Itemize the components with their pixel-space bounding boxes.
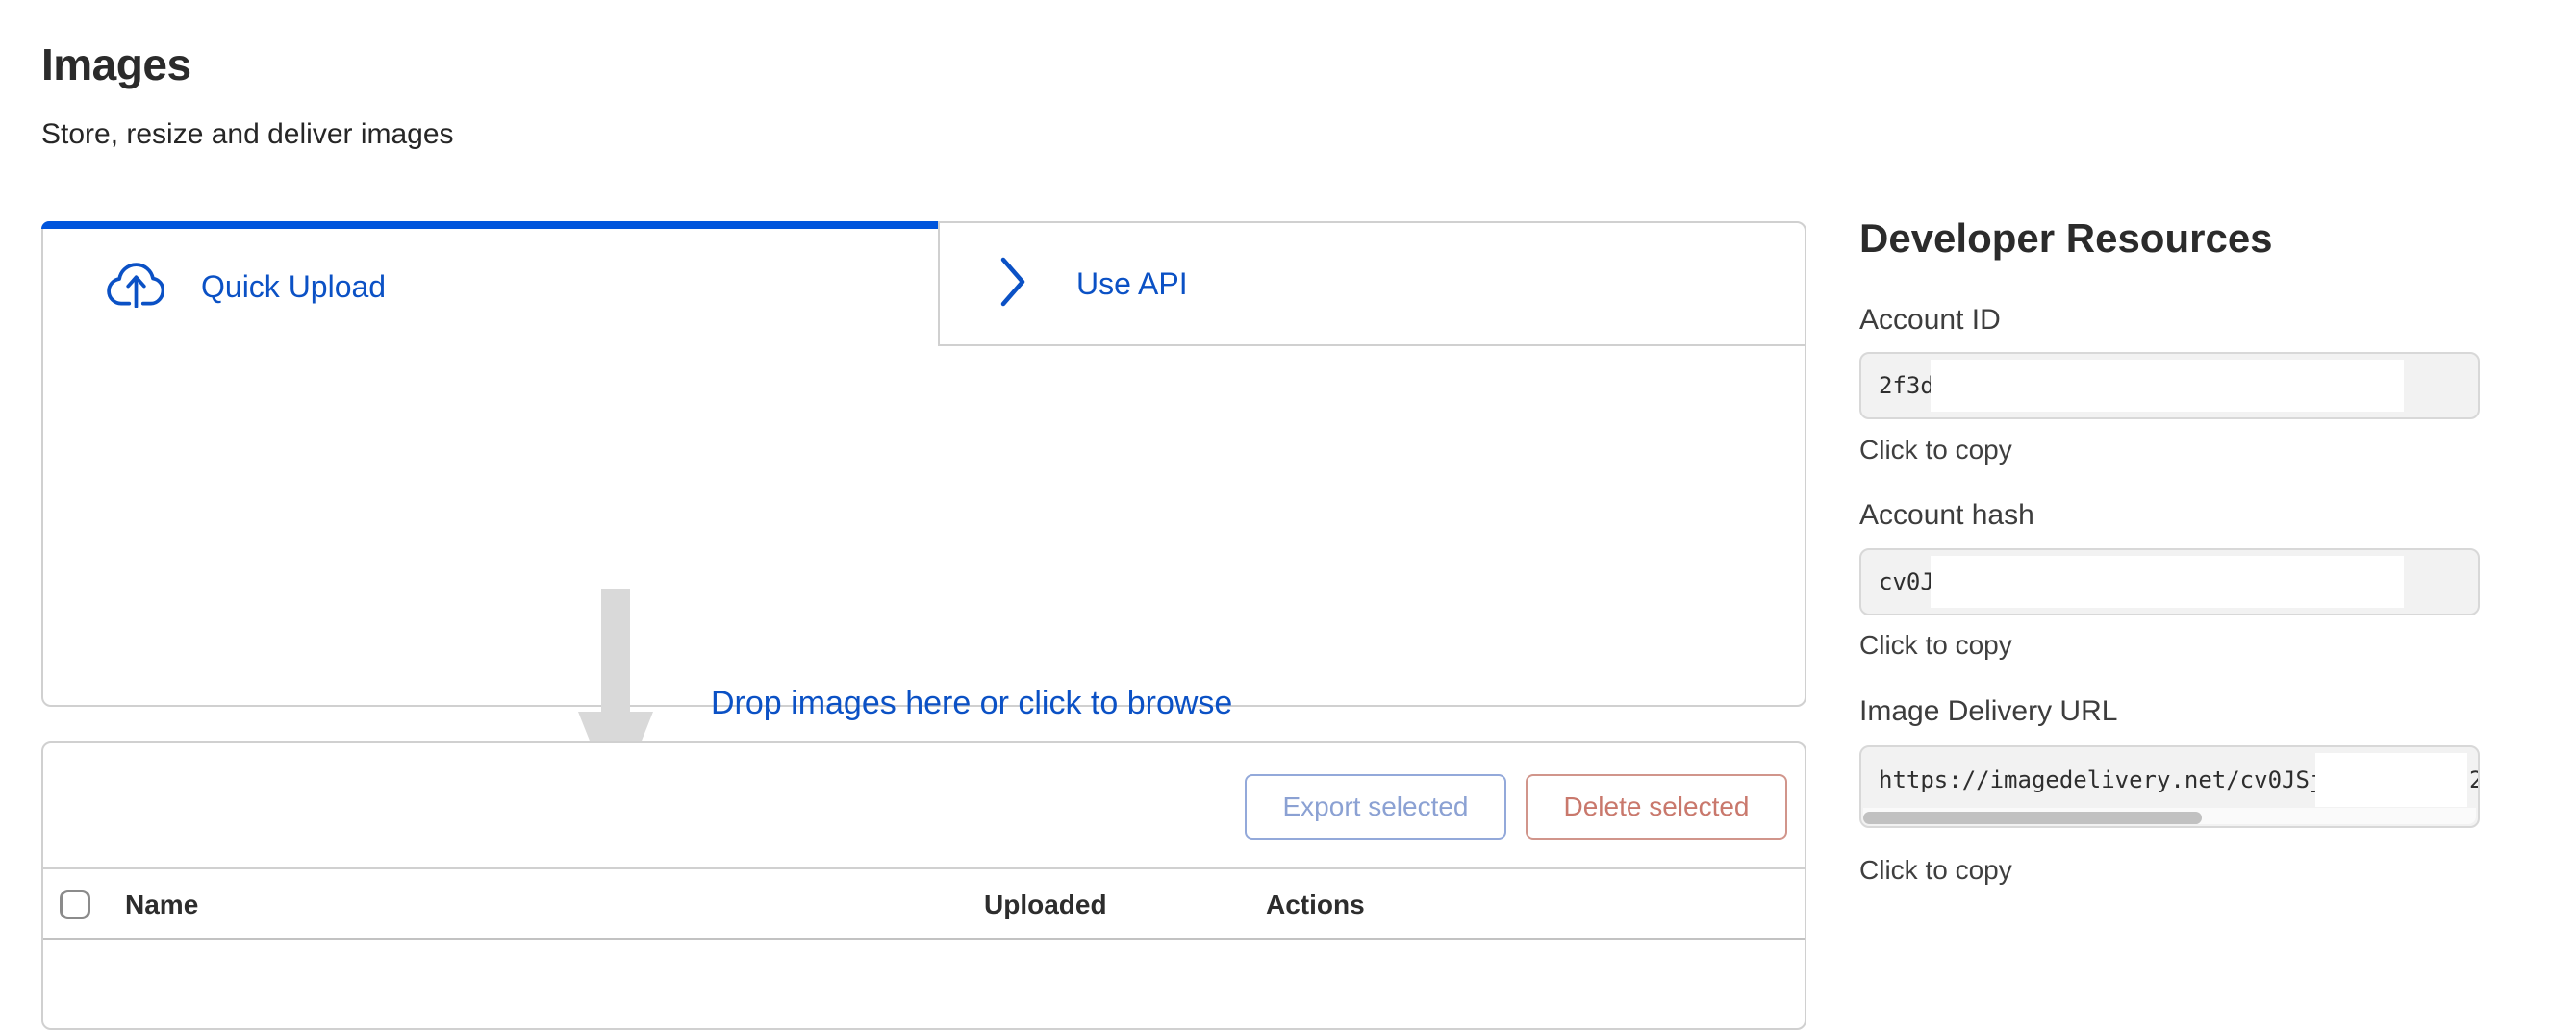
page-title: Images bbox=[41, 38, 191, 90]
account-id-label: Account ID bbox=[1859, 304, 2001, 337]
redaction-overlay bbox=[2315, 753, 2467, 807]
image-delivery-url-copy-hint: Click to copy bbox=[1859, 855, 2012, 886]
delete-selected-button[interactable]: Delete selected bbox=[1526, 774, 1787, 840]
horizontal-scrollbar-thumb[interactable] bbox=[1863, 812, 2202, 824]
account-hash-field[interactable]: cv0J bbox=[1859, 548, 2480, 615]
chevron-right-icon bbox=[999, 252, 1026, 316]
images-table-panel: Export selected Delete selected Name Upl… bbox=[41, 741, 1806, 1030]
upload-panel: Quick Upload Use API Drop images here or… bbox=[41, 221, 1806, 707]
account-hash-copy-hint: Click to copy bbox=[1859, 630, 2012, 661]
account-hash-value: cv0J bbox=[1879, 568, 1934, 595]
column-header-name: Name bbox=[125, 869, 198, 940]
image-delivery-url-field[interactable]: https://imagedelivery.net/cv0JSj 2 bbox=[1859, 745, 2480, 828]
column-header-uploaded: Uploaded bbox=[984, 869, 1107, 940]
tab-use-api[interactable]: Use API bbox=[940, 223, 1805, 344]
select-all-checkbox[interactable] bbox=[60, 890, 90, 919]
table-toolbar: Export selected Delete selected bbox=[43, 743, 1805, 869]
developer-resources-sidebar: Developer Resources Account ID 2f3d Clic… bbox=[1859, 0, 2480, 954]
cloud-upload-icon bbox=[107, 262, 164, 313]
image-delivery-url-value: https://imagedelivery.net/cv0JSj bbox=[1879, 766, 2323, 793]
table-header-row: Name Uploaded Actions bbox=[43, 869, 1805, 940]
column-header-actions: Actions bbox=[1266, 869, 1365, 940]
tab-use-api-label: Use API bbox=[1076, 266, 1188, 302]
developer-resources-title: Developer Resources bbox=[1859, 215, 2273, 262]
dropzone[interactable]: Drop images here or click to browse bbox=[43, 346, 1805, 705]
dropzone-label: Drop images here or click to browse bbox=[711, 685, 1232, 722]
redaction-overlay bbox=[1931, 360, 2404, 412]
export-selected-button[interactable]: Export selected bbox=[1245, 774, 1506, 840]
account-hash-label: Account hash bbox=[1859, 499, 2034, 532]
image-delivery-url-label: Image Delivery URL bbox=[1859, 695, 2117, 728]
redaction-overlay bbox=[1931, 556, 2404, 608]
tab-quick-upload[interactable]: Quick Upload bbox=[43, 227, 938, 346]
page-subtitle: Store, resize and deliver images bbox=[41, 118, 454, 151]
account-id-value: 2f3d bbox=[1879, 372, 1934, 399]
account-id-copy-hint: Click to copy bbox=[1859, 435, 2012, 465]
image-delivery-url-fragment: 2 bbox=[2469, 766, 2480, 793]
tab-quick-upload-label: Quick Upload bbox=[201, 269, 386, 305]
account-id-field[interactable]: 2f3d bbox=[1859, 352, 2480, 419]
